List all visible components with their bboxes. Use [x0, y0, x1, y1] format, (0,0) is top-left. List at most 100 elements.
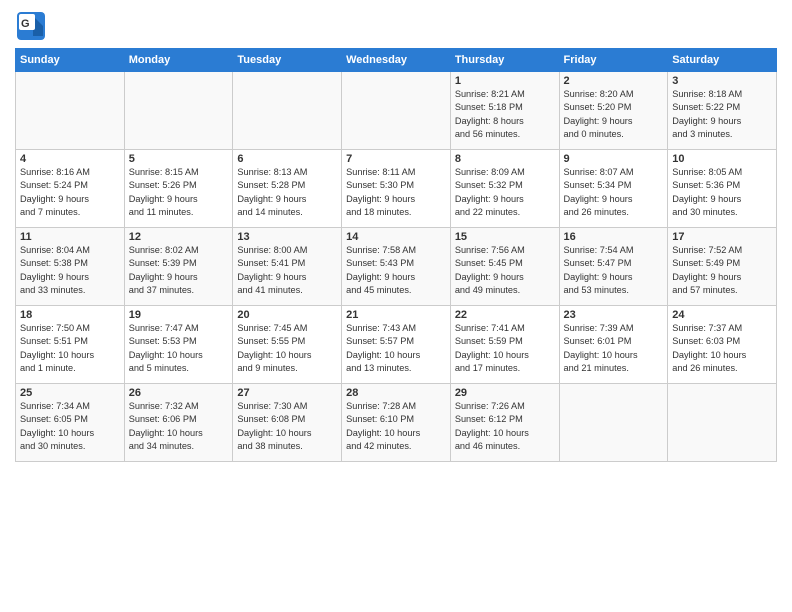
day-number: 27 [237, 387, 337, 399]
logo-icon: G [15, 10, 47, 42]
cell-info: Sunrise: 8:11 AMSunset: 5:30 PMDaylight:… [346, 166, 446, 219]
day-number: 20 [237, 309, 337, 321]
calendar-cell: 16Sunrise: 7:54 AMSunset: 5:47 PMDayligh… [559, 228, 668, 306]
day-number: 2 [564, 75, 664, 87]
cell-info: Sunrise: 7:34 AMSunset: 6:05 PMDaylight:… [20, 400, 120, 453]
day-number: 5 [129, 153, 229, 165]
main-container: G SundayMondayTuesdayWednesdayThursdayFr… [0, 0, 792, 467]
day-number: 24 [672, 309, 772, 321]
calendar-cell: 8Sunrise: 8:09 AMSunset: 5:32 PMDaylight… [450, 150, 559, 228]
day-number: 21 [346, 309, 446, 321]
calendar-week-2: 4Sunrise: 8:16 AMSunset: 5:24 PMDaylight… [16, 150, 777, 228]
cell-info: Sunrise: 8:20 AMSunset: 5:20 PMDaylight:… [564, 88, 664, 141]
calendar-cell [559, 384, 668, 462]
day-header-thursday: Thursday [450, 49, 559, 72]
day-number: 26 [129, 387, 229, 399]
calendar-cell: 24Sunrise: 7:37 AMSunset: 6:03 PMDayligh… [668, 306, 777, 384]
calendar-cell [124, 72, 233, 150]
calendar-cell: 21Sunrise: 7:43 AMSunset: 5:57 PMDayligh… [342, 306, 451, 384]
calendar-cell: 11Sunrise: 8:04 AMSunset: 5:38 PMDayligh… [16, 228, 125, 306]
day-number: 22 [455, 309, 555, 321]
calendar-cell: 17Sunrise: 7:52 AMSunset: 5:49 PMDayligh… [668, 228, 777, 306]
calendar-cell: 22Sunrise: 7:41 AMSunset: 5:59 PMDayligh… [450, 306, 559, 384]
cell-info: Sunrise: 7:43 AMSunset: 5:57 PMDaylight:… [346, 322, 446, 375]
calendar-cell: 13Sunrise: 8:00 AMSunset: 5:41 PMDayligh… [233, 228, 342, 306]
day-number: 8 [455, 153, 555, 165]
cell-info: Sunrise: 7:32 AMSunset: 6:06 PMDaylight:… [129, 400, 229, 453]
cell-info: Sunrise: 7:47 AMSunset: 5:53 PMDaylight:… [129, 322, 229, 375]
day-header-tuesday: Tuesday [233, 49, 342, 72]
day-number: 16 [564, 231, 664, 243]
cell-info: Sunrise: 7:30 AMSunset: 6:08 PMDaylight:… [237, 400, 337, 453]
calendar-week-3: 11Sunrise: 8:04 AMSunset: 5:38 PMDayligh… [16, 228, 777, 306]
calendar-cell [16, 72, 125, 150]
calendar-cell: 14Sunrise: 7:58 AMSunset: 5:43 PMDayligh… [342, 228, 451, 306]
calendar-cell: 28Sunrise: 7:28 AMSunset: 6:10 PMDayligh… [342, 384, 451, 462]
cell-info: Sunrise: 8:05 AMSunset: 5:36 PMDaylight:… [672, 166, 772, 219]
calendar-cell: 2Sunrise: 8:20 AMSunset: 5:20 PMDaylight… [559, 72, 668, 150]
day-header-friday: Friday [559, 49, 668, 72]
cell-info: Sunrise: 7:56 AMSunset: 5:45 PMDaylight:… [455, 244, 555, 297]
day-number: 23 [564, 309, 664, 321]
calendar-cell: 18Sunrise: 7:50 AMSunset: 5:51 PMDayligh… [16, 306, 125, 384]
cell-info: Sunrise: 7:28 AMSunset: 6:10 PMDaylight:… [346, 400, 446, 453]
cell-info: Sunrise: 7:54 AMSunset: 5:47 PMDaylight:… [564, 244, 664, 297]
day-number: 4 [20, 153, 120, 165]
calendar-cell: 10Sunrise: 8:05 AMSunset: 5:36 PMDayligh… [668, 150, 777, 228]
calendar-cell: 4Sunrise: 8:16 AMSunset: 5:24 PMDaylight… [16, 150, 125, 228]
calendar-cell [233, 72, 342, 150]
cell-info: Sunrise: 8:00 AMSunset: 5:41 PMDaylight:… [237, 244, 337, 297]
calendar-cell [342, 72, 451, 150]
logo: G [15, 10, 51, 42]
svg-text:G: G [21, 18, 30, 30]
cell-info: Sunrise: 8:04 AMSunset: 5:38 PMDaylight:… [20, 244, 120, 297]
calendar-cell: 6Sunrise: 8:13 AMSunset: 5:28 PMDaylight… [233, 150, 342, 228]
cell-info: Sunrise: 8:16 AMSunset: 5:24 PMDaylight:… [20, 166, 120, 219]
calendar-cell: 5Sunrise: 8:15 AMSunset: 5:26 PMDaylight… [124, 150, 233, 228]
header-row: SundayMondayTuesdayWednesdayThursdayFrid… [16, 49, 777, 72]
calendar-cell: 9Sunrise: 8:07 AMSunset: 5:34 PMDaylight… [559, 150, 668, 228]
calendar-cell: 23Sunrise: 7:39 AMSunset: 6:01 PMDayligh… [559, 306, 668, 384]
cell-info: Sunrise: 7:45 AMSunset: 5:55 PMDaylight:… [237, 322, 337, 375]
calendar-cell: 29Sunrise: 7:26 AMSunset: 6:12 PMDayligh… [450, 384, 559, 462]
calendar-cell: 20Sunrise: 7:45 AMSunset: 5:55 PMDayligh… [233, 306, 342, 384]
day-number: 13 [237, 231, 337, 243]
day-number: 3 [672, 75, 772, 87]
cell-info: Sunrise: 7:50 AMSunset: 5:51 PMDaylight:… [20, 322, 120, 375]
cell-info: Sunrise: 7:26 AMSunset: 6:12 PMDaylight:… [455, 400, 555, 453]
cell-info: Sunrise: 8:02 AMSunset: 5:39 PMDaylight:… [129, 244, 229, 297]
day-number: 17 [672, 231, 772, 243]
cell-info: Sunrise: 8:07 AMSunset: 5:34 PMDaylight:… [564, 166, 664, 219]
day-number: 10 [672, 153, 772, 165]
calendar-cell: 26Sunrise: 7:32 AMSunset: 6:06 PMDayligh… [124, 384, 233, 462]
cell-info: Sunrise: 8:21 AMSunset: 5:18 PMDaylight:… [455, 88, 555, 141]
day-number: 9 [564, 153, 664, 165]
cell-info: Sunrise: 8:15 AMSunset: 5:26 PMDaylight:… [129, 166, 229, 219]
day-number: 14 [346, 231, 446, 243]
day-number: 12 [129, 231, 229, 243]
day-number: 19 [129, 309, 229, 321]
day-number: 25 [20, 387, 120, 399]
calendar-cell: 12Sunrise: 8:02 AMSunset: 5:39 PMDayligh… [124, 228, 233, 306]
day-header-wednesday: Wednesday [342, 49, 451, 72]
cell-info: Sunrise: 8:13 AMSunset: 5:28 PMDaylight:… [237, 166, 337, 219]
day-number: 29 [455, 387, 555, 399]
cell-info: Sunrise: 8:18 AMSunset: 5:22 PMDaylight:… [672, 88, 772, 141]
day-number: 28 [346, 387, 446, 399]
day-number: 1 [455, 75, 555, 87]
cell-info: Sunrise: 7:58 AMSunset: 5:43 PMDaylight:… [346, 244, 446, 297]
day-number: 7 [346, 153, 446, 165]
day-number: 15 [455, 231, 555, 243]
calendar-week-5: 25Sunrise: 7:34 AMSunset: 6:05 PMDayligh… [16, 384, 777, 462]
day-number: 18 [20, 309, 120, 321]
calendar-cell: 25Sunrise: 7:34 AMSunset: 6:05 PMDayligh… [16, 384, 125, 462]
day-number: 6 [237, 153, 337, 165]
calendar-table: SundayMondayTuesdayWednesdayThursdayFrid… [15, 48, 777, 462]
calendar-cell: 27Sunrise: 7:30 AMSunset: 6:08 PMDayligh… [233, 384, 342, 462]
cell-info: Sunrise: 8:09 AMSunset: 5:32 PMDaylight:… [455, 166, 555, 219]
calendar-cell: 15Sunrise: 7:56 AMSunset: 5:45 PMDayligh… [450, 228, 559, 306]
cell-info: Sunrise: 7:52 AMSunset: 5:49 PMDaylight:… [672, 244, 772, 297]
calendar-cell [668, 384, 777, 462]
day-number: 11 [20, 231, 120, 243]
day-header-monday: Monday [124, 49, 233, 72]
